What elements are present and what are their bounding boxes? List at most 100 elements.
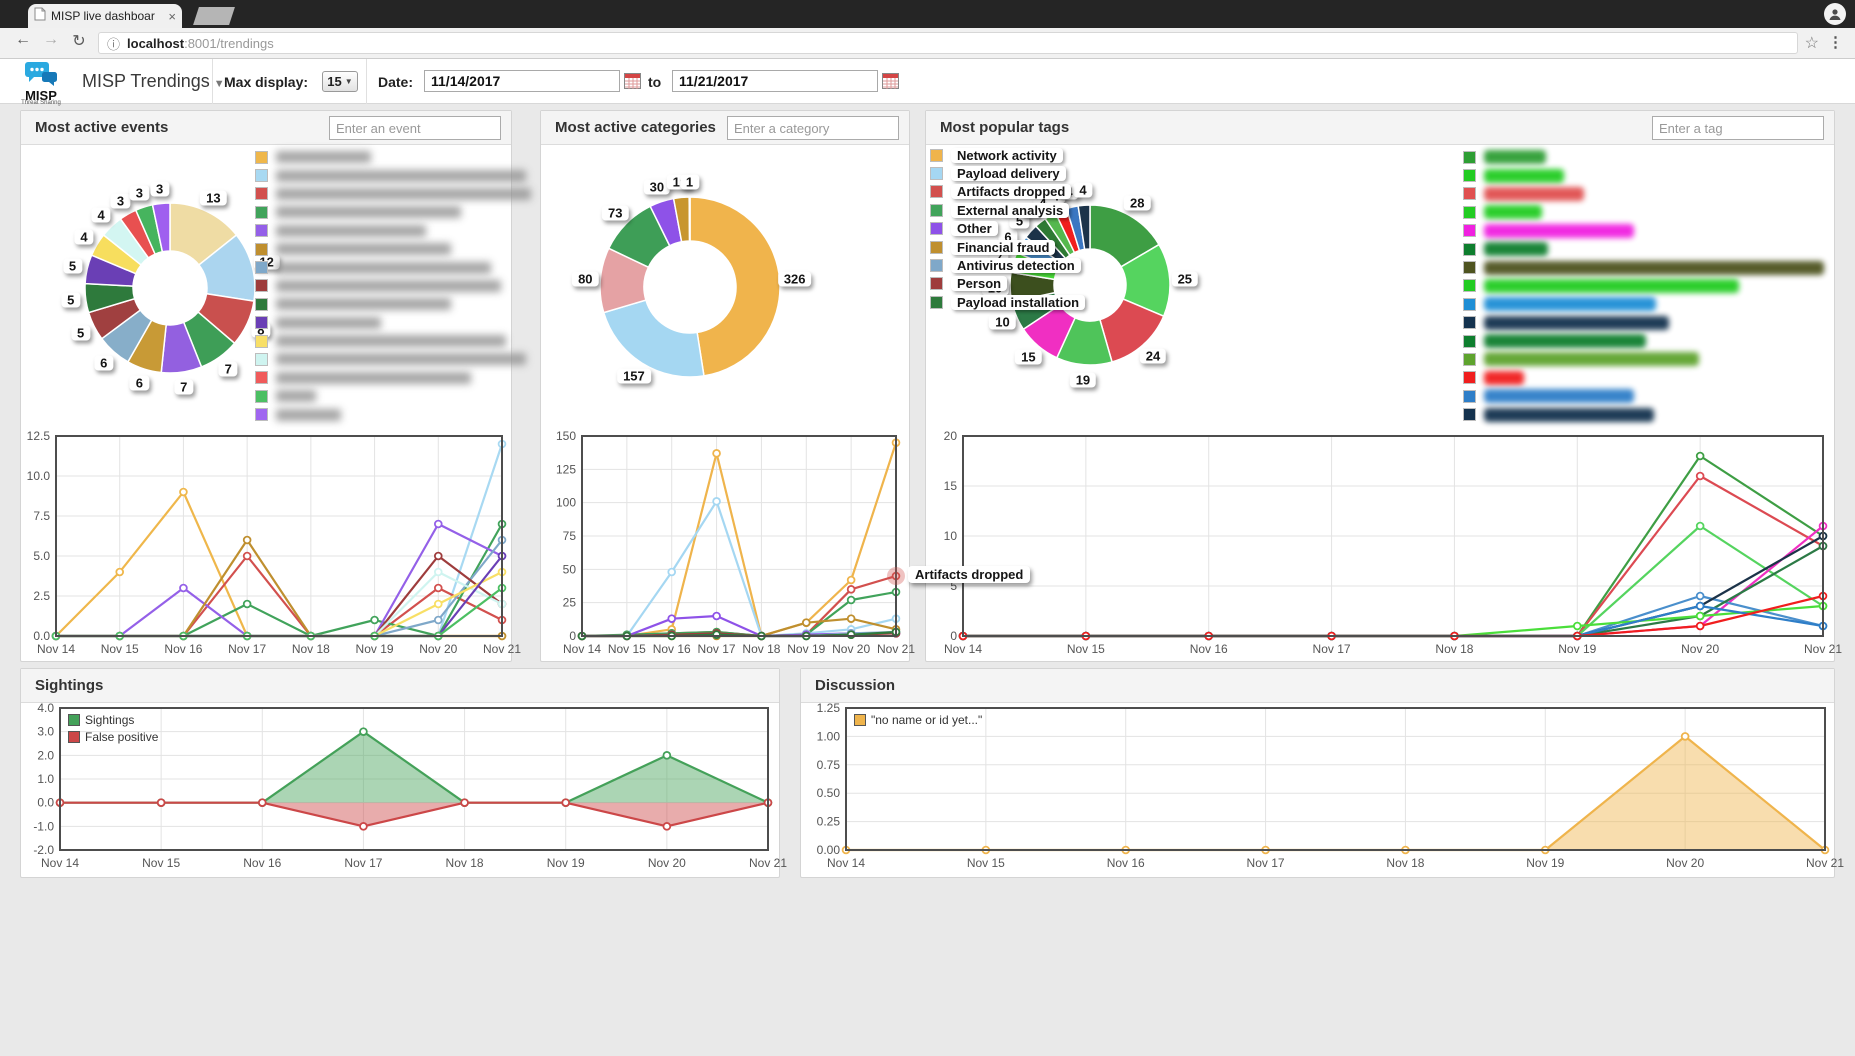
max-display-select[interactable]: 15▼ xyxy=(322,71,358,92)
events-line-chart[interactable]: 0.02.55.07.510.012.5Nov 14Nov 15Nov 16No… xyxy=(26,430,508,663)
svg-text:Nov 18: Nov 18 xyxy=(1386,856,1424,870)
redacted-legend-label xyxy=(1484,279,1739,293)
calendar-icon[interactable] xyxy=(882,73,899,89)
calendar-icon[interactable] xyxy=(624,73,641,89)
svg-text:-2.0: -2.0 xyxy=(33,843,54,857)
category-search-input[interactable] xyxy=(727,116,899,140)
svg-text:4.0: 4.0 xyxy=(37,701,54,715)
redacted-legend-label xyxy=(1484,242,1548,256)
date-from-input[interactable] xyxy=(424,70,620,92)
svg-text:Nov 16: Nov 16 xyxy=(243,856,281,870)
legend-swatch xyxy=(930,149,943,162)
discussion-area-chart[interactable]: 0.000.250.500.751.001.25Nov 14Nov 15Nov … xyxy=(806,702,1831,877)
forward-button[interactable]: → xyxy=(40,31,62,49)
svg-text:10.0: 10.0 xyxy=(27,469,51,483)
tag-search-input[interactable] xyxy=(1652,116,1824,140)
panel-header: Most active categories xyxy=(541,111,909,145)
legend-swatch xyxy=(255,187,268,200)
discussion-chart-legend: "no name or id yet..." xyxy=(854,713,982,727)
legend-swatch xyxy=(1463,224,1476,237)
svg-text:0.0: 0.0 xyxy=(37,796,54,810)
categories-donut-chart[interactable]: 326157807330191 xyxy=(550,147,830,427)
donut-value-label: 5 xyxy=(71,325,90,340)
categories-line-chart[interactable]: 0255075100125150Nov 14Nov 15Nov 16Nov 17… xyxy=(546,430,902,663)
redacted-legend-label xyxy=(276,151,371,163)
donut-value-label: 24 xyxy=(1140,349,1166,364)
svg-text:2.5: 2.5 xyxy=(33,589,50,603)
panel-header: Discussion xyxy=(801,669,1834,703)
svg-text:Nov 21: Nov 21 xyxy=(877,642,915,656)
legend-swatch xyxy=(255,261,268,274)
svg-text:0.75: 0.75 xyxy=(817,758,841,772)
legend-swatch xyxy=(255,169,268,182)
new-tab-button[interactable] xyxy=(193,7,235,25)
svg-text:125: 125 xyxy=(556,462,576,476)
legend-swatch xyxy=(255,390,268,403)
profile-avatar-icon[interactable] xyxy=(1824,3,1846,25)
svg-text:Nov 17: Nov 17 xyxy=(1247,856,1285,870)
redacted-legend-label xyxy=(1484,352,1699,366)
panel-title: Most popular tags xyxy=(940,119,1069,136)
tags-legend-item xyxy=(1463,149,1824,165)
page-info-icon[interactable]: ⓘ xyxy=(107,34,120,53)
svg-text:Nov 17: Nov 17 xyxy=(228,642,266,656)
legend-swatch xyxy=(255,279,268,292)
redacted-legend-label xyxy=(1484,261,1824,275)
svg-text:Nov 17: Nov 17 xyxy=(1313,642,1351,656)
nav-title-dropdown[interactable]: MISP Trendings▼ xyxy=(82,71,225,92)
svg-text:Nov 15: Nov 15 xyxy=(967,856,1005,870)
svg-text:Nov 19: Nov 19 xyxy=(356,642,394,656)
categories-legend-item: Payload installation xyxy=(930,294,1085,310)
svg-text:0: 0 xyxy=(950,629,957,643)
donut-value-label: 3 xyxy=(111,194,130,209)
header-divider xyxy=(366,59,367,104)
event-search-input[interactable] xyxy=(329,116,501,140)
misp-logo-icon xyxy=(24,62,58,86)
chevron-down-icon: ▼ xyxy=(345,77,353,86)
events-legend xyxy=(255,149,531,423)
legend-swatch xyxy=(68,731,80,743)
browser-tab[interactable]: MISP live dashboar × xyxy=(28,4,182,28)
events-legend-item xyxy=(255,223,531,239)
tab-close-icon[interactable]: × xyxy=(168,9,176,24)
redacted-legend-label xyxy=(276,262,491,274)
back-button[interactable]: ← xyxy=(12,31,34,49)
legend-swatch xyxy=(930,241,943,254)
misp-logo[interactable]: MISP Threat Sharing xyxy=(12,62,70,106)
legend-label: External analysis xyxy=(951,203,1069,218)
svg-text:25: 25 xyxy=(563,596,577,610)
svg-text:Nov 20: Nov 20 xyxy=(1681,642,1719,656)
events-legend-item xyxy=(255,296,531,312)
svg-text:Nov 19: Nov 19 xyxy=(1526,856,1564,870)
url-bar[interactable]: ⓘ localhost:8001/trendings xyxy=(98,32,1798,54)
redacted-legend-label xyxy=(276,206,461,218)
tags-line-chart[interactable]: 05101520Nov 14Nov 15Nov 16Nov 17Nov 18No… xyxy=(933,430,1829,663)
tags-legend-item xyxy=(1463,370,1824,386)
date-to-input[interactable] xyxy=(672,70,878,92)
url-path: :8001/trendings xyxy=(184,36,274,51)
legend-swatch xyxy=(1463,261,1476,274)
donut-value-label: 3 xyxy=(150,181,169,196)
categories-legend-item: Artifacts dropped xyxy=(930,184,1085,200)
reload-button[interactable]: ↻ xyxy=(68,31,90,51)
redacted-legend-label xyxy=(276,372,471,384)
tags-legend-item xyxy=(1463,186,1824,202)
svg-text:Nov 14: Nov 14 xyxy=(563,642,601,656)
categories-legend-item: Network activity xyxy=(930,147,1085,163)
svg-text:Nov 18: Nov 18 xyxy=(292,642,330,656)
tags-legend-item xyxy=(1463,351,1824,367)
header-divider xyxy=(212,59,213,104)
redacted-legend-label xyxy=(276,225,426,237)
bookmark-star-icon[interactable]: ☆ xyxy=(1805,33,1819,53)
svg-text:7.5: 7.5 xyxy=(33,509,50,523)
tags-legend-item xyxy=(1463,315,1824,331)
legend-swatch xyxy=(255,408,268,421)
menu-dots-icon[interactable]: ⋮ xyxy=(1828,33,1843,51)
redacted-legend-label xyxy=(276,243,451,255)
legend-swatch xyxy=(255,335,268,348)
svg-text:Nov 20: Nov 20 xyxy=(419,642,457,656)
svg-text:Nov 20: Nov 20 xyxy=(1666,856,1704,870)
to-label: to xyxy=(648,74,661,90)
sightings-area-chart[interactable]: -2.0-1.00.01.02.03.04.0Nov 14Nov 15Nov 1… xyxy=(26,702,774,877)
donut-value-label: 1 xyxy=(680,175,699,190)
